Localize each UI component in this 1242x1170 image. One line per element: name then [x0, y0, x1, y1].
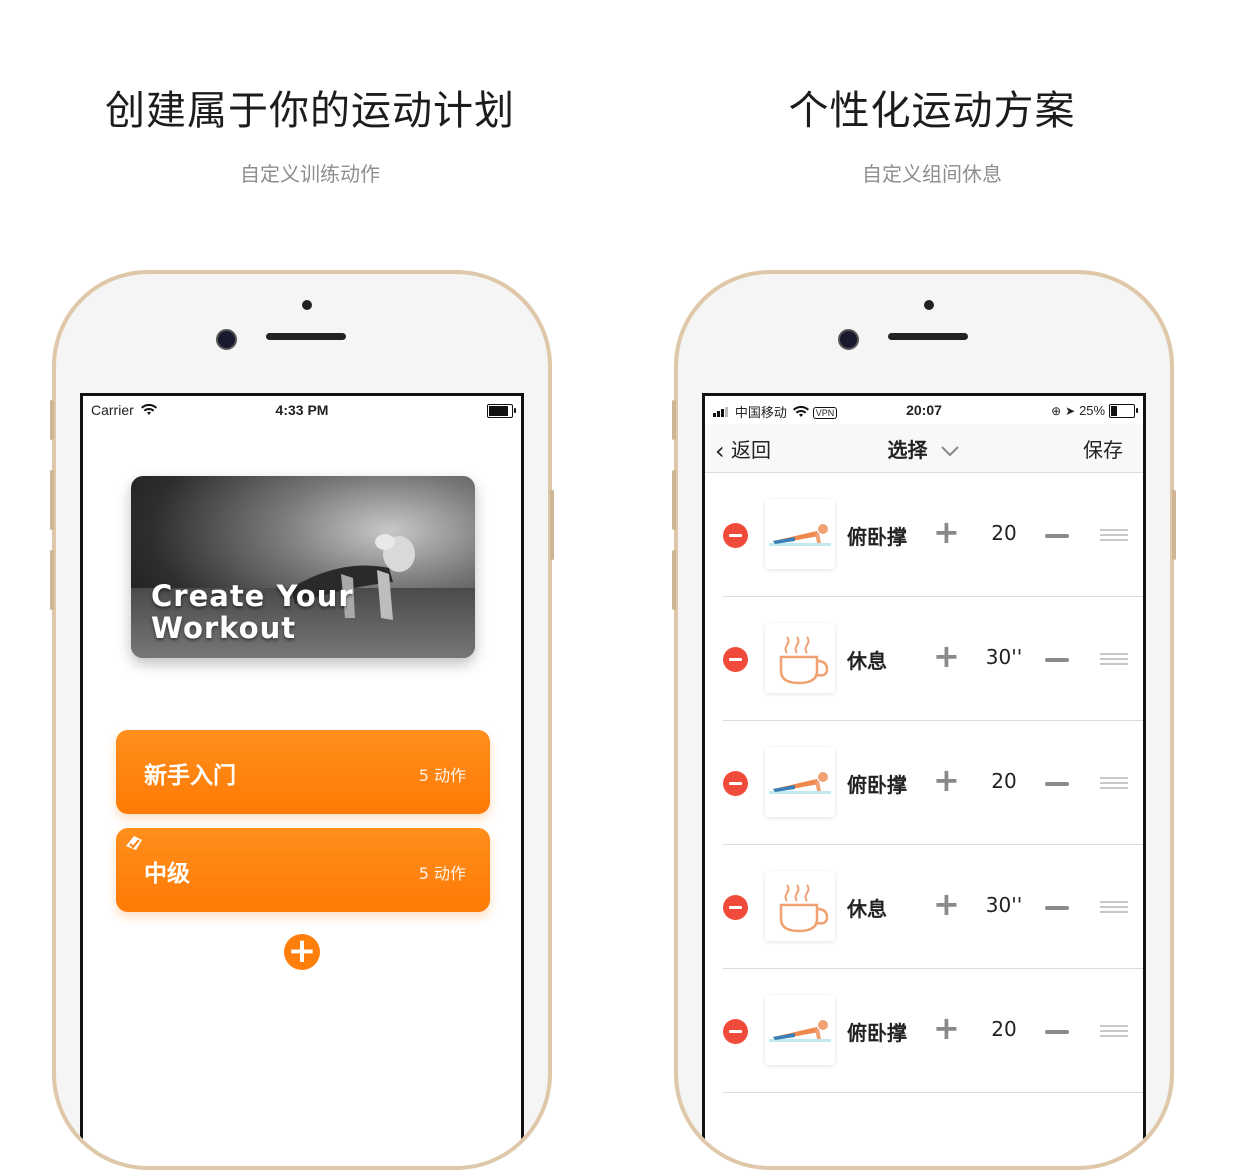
increment-button[interactable]: +	[933, 888, 960, 920]
left-screen: Carrier 4:33 PM Create Your Workout 新手入门…	[80, 393, 524, 1166]
reorder-handle-icon[interactable]	[1100, 901, 1128, 916]
right-phone: 中国移动 VPN 20:07 ⊕ ➤ 25% ‹ 返回 选择 保存 俯卧撑 + …	[674, 270, 1174, 1170]
coffee-cup-icon	[765, 623, 835, 693]
bookmark-check-icon	[126, 836, 142, 850]
plan-exercise-count: 5 动作	[418, 766, 466, 785]
delete-icon[interactable]	[723, 647, 748, 672]
pushup-icon	[765, 995, 835, 1065]
exercise-row[interactable]: 俯卧撑 +20	[705, 473, 1143, 597]
plan-name: 新手入门	[144, 763, 236, 789]
volume-down-button	[50, 550, 54, 610]
exercise-value: 20	[991, 521, 1017, 545]
power-button	[550, 490, 554, 560]
front-camera	[216, 329, 237, 350]
status-right: ⊕ ➤ 25%	[1051, 402, 1138, 419]
earpiece-speaker	[266, 333, 346, 340]
mute-switch	[50, 400, 54, 440]
nav-bar: ‹ 返回 选择 保存	[705, 424, 1143, 473]
reorder-handle-icon[interactable]	[1100, 1025, 1128, 1040]
exercise-row[interactable]: 俯卧撑 +20	[705, 969, 1143, 1093]
decrement-button[interactable]	[1045, 658, 1069, 662]
proximity-sensor	[302, 300, 312, 310]
coffee-cup-icon	[765, 871, 835, 941]
status-time: 4:33 PM	[275, 402, 329, 418]
exercise-name: 休息	[847, 649, 887, 673]
row-divider	[723, 1092, 1143, 1093]
volume-up-button	[50, 470, 54, 530]
exercise-name: 休息	[847, 897, 887, 921]
left-headline: 创建属于你的运动计划	[105, 88, 515, 134]
delete-icon[interactable]	[723, 1019, 748, 1044]
right-subline: 自定义组间休息	[862, 162, 1002, 186]
mute-switch	[672, 400, 676, 440]
phone-bezel: Carrier 4:33 PM Create Your Workout 新手入门…	[56, 274, 548, 1166]
plus-icon: +	[287, 931, 317, 971]
plan-name: 中级	[144, 861, 190, 887]
location-icon: ➤	[1065, 404, 1076, 418]
delete-icon[interactable]	[723, 895, 748, 920]
plan-card-beginner[interactable]: 新手入门 5 动作	[116, 730, 490, 814]
exercise-value: 20	[991, 1017, 1017, 1041]
exercise-name: 俯卧撑	[847, 1021, 907, 1045]
volume-down-button	[672, 550, 676, 610]
earpiece-speaker	[888, 333, 968, 340]
increment-button[interactable]: +	[933, 764, 960, 796]
add-plan-button[interactable]: +	[284, 934, 320, 970]
decrement-button[interactable]	[1045, 782, 1069, 786]
save-button[interactable]: 保存	[1083, 434, 1123, 463]
reorder-handle-icon[interactable]	[1100, 529, 1128, 544]
nav-title-dropdown[interactable]: 选择	[705, 434, 1143, 463]
lock-rotation-icon: ⊕	[1051, 404, 1062, 418]
workout-hero-banner[interactable]: Create Your Workout	[131, 476, 475, 658]
increment-button[interactable]: +	[933, 640, 960, 672]
exercise-row[interactable]: 休息 +30''	[705, 845, 1143, 969]
reorder-handle-icon[interactable]	[1100, 653, 1128, 668]
increment-button[interactable]: +	[933, 1012, 960, 1044]
increment-button[interactable]: +	[933, 516, 960, 548]
front-camera	[838, 329, 859, 350]
volume-up-button	[672, 470, 676, 530]
status-bar: 中国移动 VPN 20:07 ⊕ ➤ 25%	[705, 396, 1143, 424]
decrement-button[interactable]	[1045, 534, 1069, 538]
phone-bezel: 中国移动 VPN 20:07 ⊕ ➤ 25% ‹ 返回 选择 保存 俯卧撑 + …	[678, 274, 1170, 1166]
nav-title: 选择	[887, 438, 928, 462]
power-button	[1172, 490, 1176, 560]
exercise-name: 俯卧撑	[847, 525, 907, 549]
status-bar: Carrier 4:33 PM	[83, 396, 521, 424]
pushup-icon	[765, 747, 835, 817]
right-screen: 中国移动 VPN 20:07 ⊕ ➤ 25% ‹ 返回 选择 保存 俯卧撑 + …	[702, 393, 1146, 1166]
exercise-value: 20	[991, 769, 1017, 793]
delete-icon[interactable]	[723, 771, 748, 796]
plan-exercise-count: 5 动作	[418, 864, 466, 883]
exercise-name: 俯卧撑	[847, 773, 907, 797]
hero-title: Create Your Workout	[151, 579, 354, 645]
right-headline: 个性化运动方案	[788, 88, 1076, 134]
decrement-button[interactable]	[1045, 1030, 1069, 1034]
chevron-down-icon	[941, 446, 960, 457]
left-phone: Carrier 4:33 PM Create Your Workout 新手入门…	[52, 270, 552, 1170]
left-subline: 自定义训练动作	[240, 162, 380, 186]
exercise-row[interactable]: 俯卧撑 +20	[705, 721, 1143, 845]
proximity-sensor	[924, 300, 934, 310]
battery-icon	[487, 402, 516, 419]
exercise-value: 30''	[985, 645, 1023, 669]
reorder-handle-icon[interactable]	[1100, 777, 1128, 792]
battery-percent: 25%	[1079, 403, 1106, 418]
battery-icon	[1109, 404, 1138, 419]
exercise-value: 30''	[985, 893, 1023, 917]
exercise-row[interactable]: 休息 +30''	[705, 597, 1143, 721]
plan-card-intermediate[interactable]: 中级 5 动作	[116, 828, 490, 912]
decrement-button[interactable]	[1045, 906, 1069, 910]
pushup-icon	[765, 499, 835, 569]
delete-icon[interactable]	[723, 523, 748, 548]
